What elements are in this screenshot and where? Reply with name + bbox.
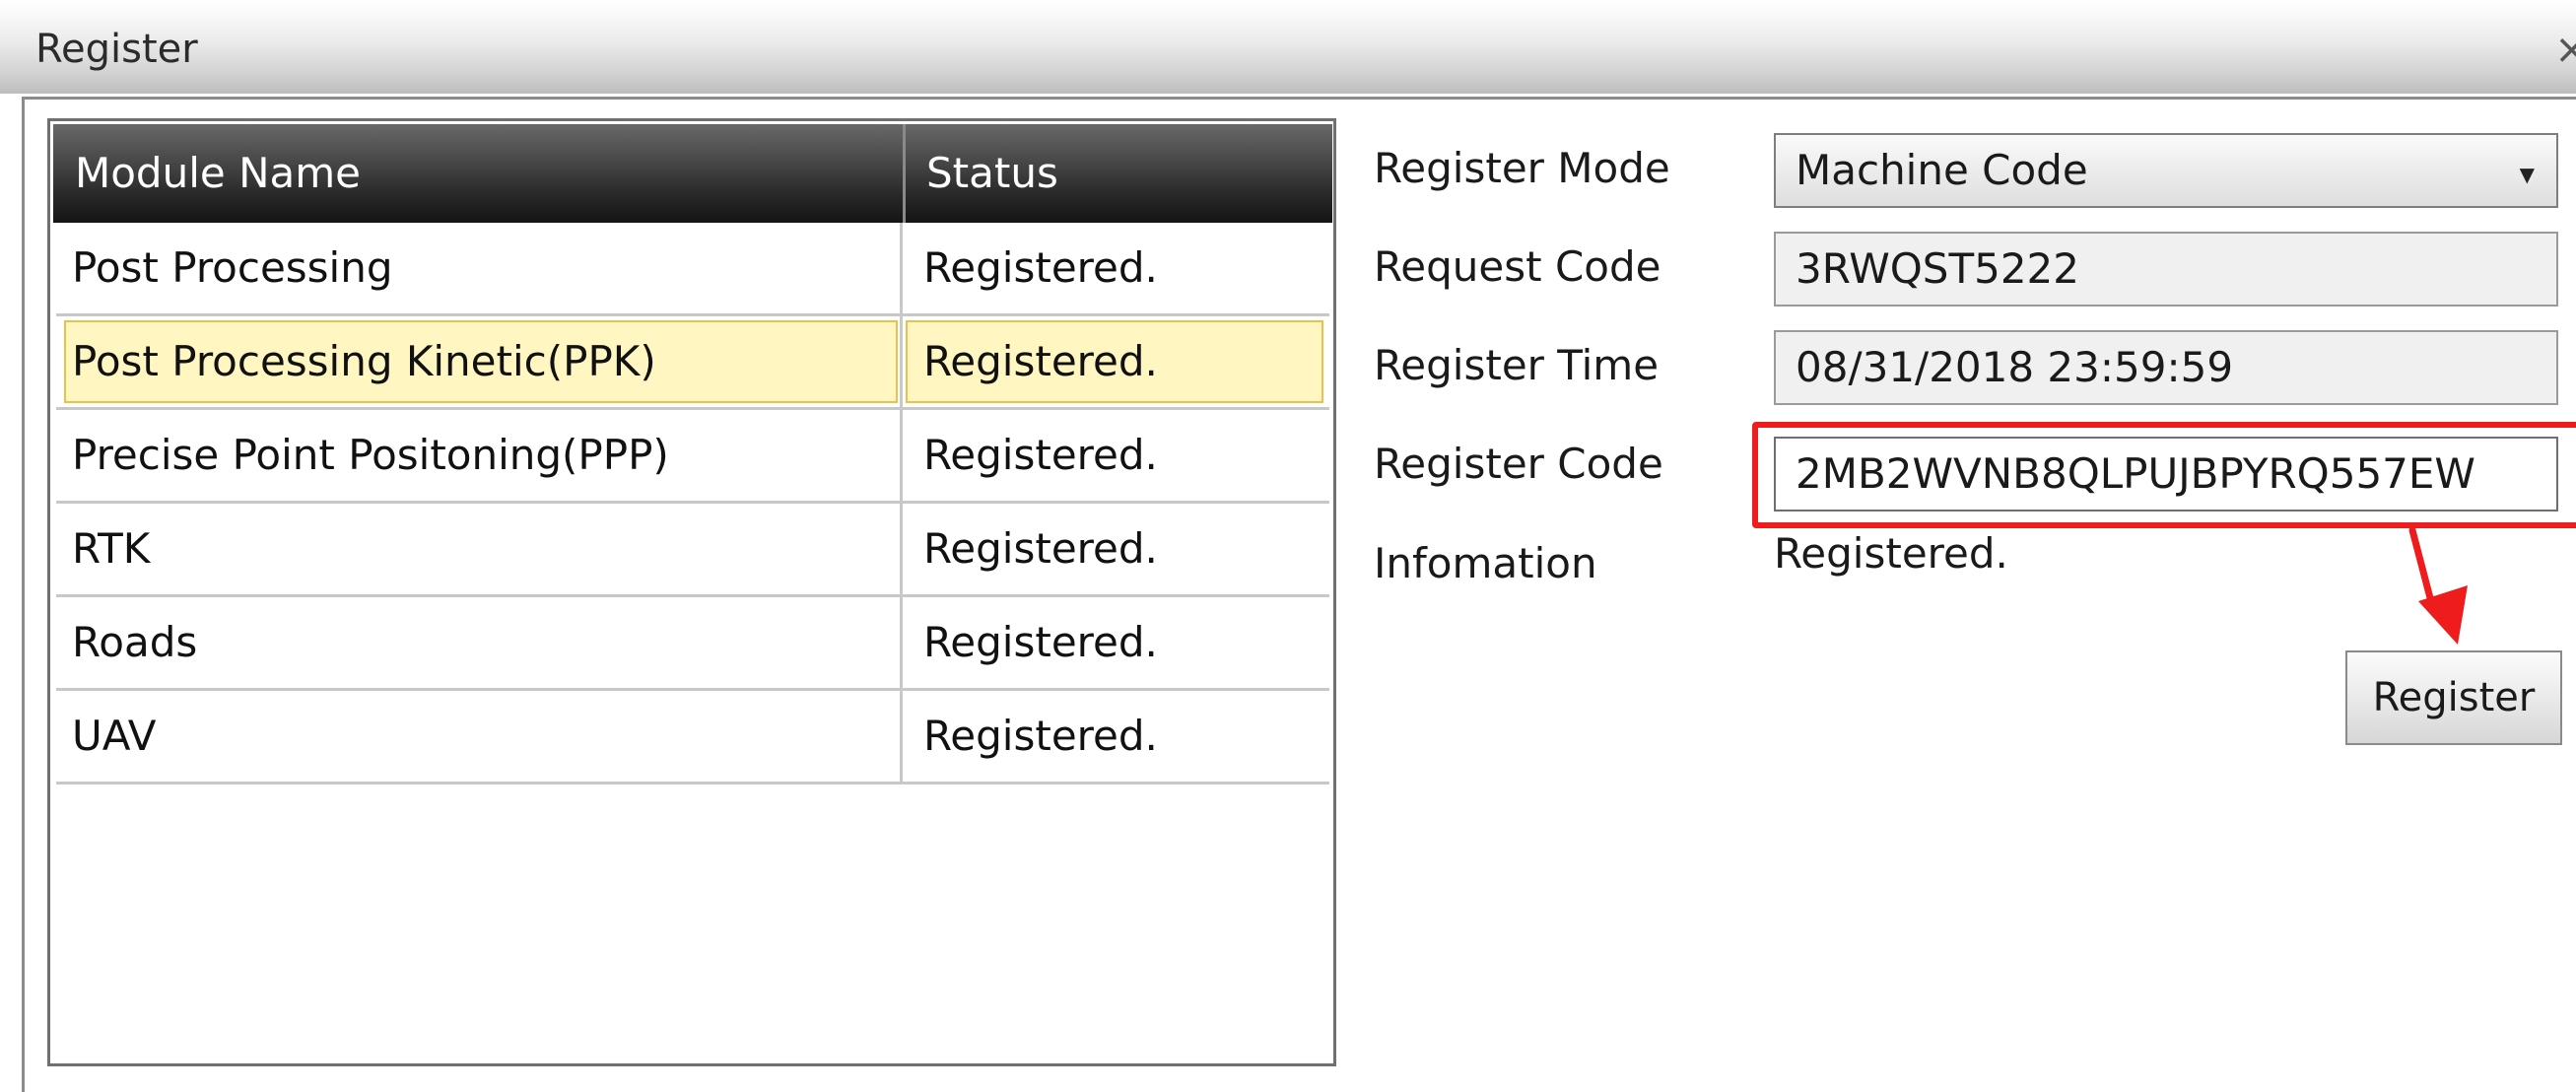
request-code-value: 3RWQST5222 xyxy=(1796,244,2079,293)
table-row[interactable]: UAV Registered. xyxy=(56,691,1329,785)
close-icon[interactable]: × xyxy=(2554,26,2576,73)
module-name-cell: Post Processing Kinetic(PPK) xyxy=(72,337,656,385)
cell-divider xyxy=(900,410,903,504)
register-time-field[interactable]: 08/31/2018 23:59:59 xyxy=(1774,330,2558,405)
column-header-module-name[interactable]: Module Name xyxy=(75,124,361,223)
request-code-label: Request Code xyxy=(1374,242,1661,291)
table-row[interactable]: Roads Registered. xyxy=(56,597,1329,691)
status-cell: Registered. xyxy=(923,337,1158,385)
table-row-selected[interactable]: Post Processing Kinetic(PPK) Registered. xyxy=(56,316,1329,410)
table-row[interactable]: Precise Point Positoning(PPP) Registered… xyxy=(56,410,1329,504)
column-header-status[interactable]: Status xyxy=(926,124,1058,223)
information-label: Infomation xyxy=(1374,539,1597,587)
request-code-field[interactable]: 3RWQST5222 xyxy=(1774,232,2558,307)
register-mode-select[interactable]: Machine Code ▼ xyxy=(1774,133,2558,208)
window-title: Register xyxy=(35,27,198,72)
cell-divider xyxy=(900,597,903,691)
chevron-down-icon[interactable]: ▼ xyxy=(2520,139,2535,206)
register-button[interactable]: Register xyxy=(2345,650,2562,745)
register-window: Register × Module Name Status Post Proce… xyxy=(0,0,2576,1092)
module-name-cell: RTK xyxy=(72,524,151,573)
register-time-value: 08/31/2018 23:59:59 xyxy=(1796,343,2234,391)
column-divider[interactable] xyxy=(903,124,906,223)
cell-divider xyxy=(900,316,903,410)
module-name-cell: UAV xyxy=(72,712,157,760)
cell-divider xyxy=(900,504,903,597)
status-cell: Registered. xyxy=(923,431,1158,479)
module-name-cell: Post Processing xyxy=(72,243,393,292)
row-divider xyxy=(56,782,1329,785)
module-name-cell: Precise Point Positoning(PPP) xyxy=(72,431,669,479)
title-bar[interactable]: Register × xyxy=(0,0,2576,94)
table-row[interactable]: RTK Registered. xyxy=(56,504,1329,597)
status-cell: Registered. xyxy=(923,712,1158,760)
module-table: Module Name Status Post Processing Regis… xyxy=(47,118,1336,1066)
register-code-label: Register Code xyxy=(1374,440,1663,488)
module-name-cell: Roads xyxy=(72,618,198,666)
status-cell: Registered. xyxy=(923,618,1158,666)
status-cell: Registered. xyxy=(923,524,1158,573)
annotation-highlight-box xyxy=(1752,422,2576,528)
table-row[interactable]: Post Processing Registered. xyxy=(56,223,1329,316)
arrow-annotation-icon xyxy=(2408,526,2468,645)
cell-divider xyxy=(900,691,903,785)
information-value: Registered. xyxy=(1774,529,2008,578)
status-cell: Registered. xyxy=(923,243,1158,292)
table-header: Module Name Status xyxy=(53,124,1332,223)
register-mode-value: Machine Code xyxy=(1796,146,2088,194)
cell-divider xyxy=(900,223,903,316)
register-mode-label: Register Mode xyxy=(1374,144,1670,192)
register-time-label: Register Time xyxy=(1374,341,1660,389)
